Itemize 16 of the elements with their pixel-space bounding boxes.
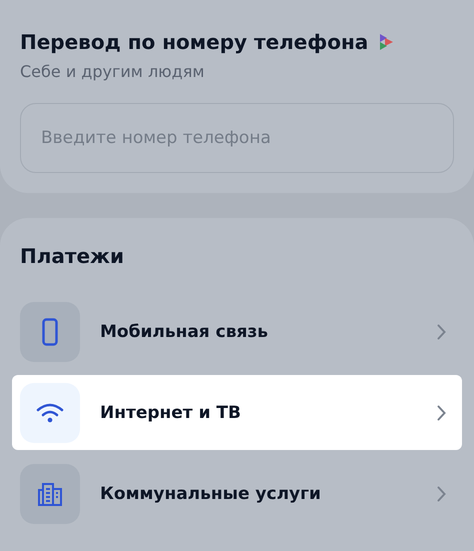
wifi-icon — [36, 402, 64, 422]
section-title: Перевод по номеру телефона — [20, 30, 368, 54]
phone-input-field[interactable]: Введите номер телефона — [20, 103, 454, 173]
payment-item[interactable]: Мобильная связь — [12, 294, 462, 369]
section-title: Платежи — [20, 244, 125, 268]
triangles-logo-icon — [378, 33, 394, 51]
chevron-right-icon — [437, 324, 446, 340]
phone-icon — [42, 318, 58, 346]
item-label: Интернет и ТВ — [100, 402, 242, 422]
payment-item[interactable]: Коммунальные услуги — [12, 456, 462, 531]
payment-item[interactable]: Интернет и ТВ — [12, 375, 462, 450]
item-label: Мобильная связь — [100, 322, 270, 342]
item-label: Коммунальные услуги — [100, 484, 322, 504]
chevron-right-icon — [437, 486, 446, 502]
section-subtitle: Себе и другим людям — [20, 62, 206, 81]
chevron-right-icon — [437, 404, 446, 420]
